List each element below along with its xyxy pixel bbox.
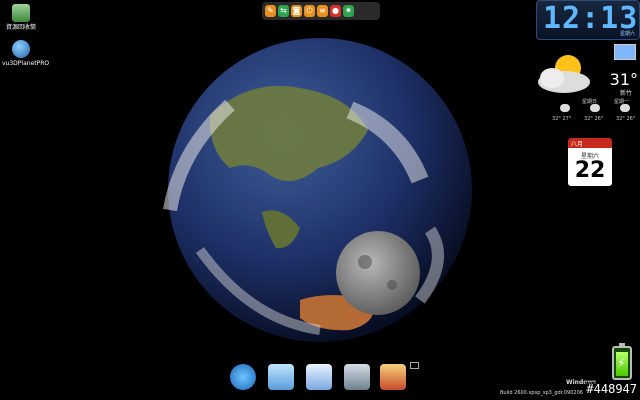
moon — [336, 231, 420, 315]
battery-gadget[interactable]: ⚡ — [612, 343, 632, 380]
build-string: Build 2600.xpsp_sp3_gdr.090206 — [500, 390, 583, 396]
forecast-temp: 32° 26° — [616, 116, 636, 122]
paint-icon[interactable] — [380, 364, 406, 390]
rain-cloud-icon — [590, 104, 600, 112]
dock-options-icon[interactable] — [410, 362, 419, 369]
weather-city: 新竹 — [619, 90, 632, 97]
calculator-icon[interactable] — [344, 364, 370, 390]
notepad-icon[interactable] — [306, 364, 332, 390]
battery-cap — [619, 343, 625, 346]
rain-cloud-icon — [620, 104, 630, 112]
forecast-temp: 32° 27° — [552, 116, 572, 122]
dock — [222, 360, 412, 398]
calendar-gadget[interactable]: 八月 星期六 22 — [568, 138, 612, 188]
clock-gadget[interactable]: 12:13 星期六 — [536, 0, 640, 40]
monitor-icon — [614, 44, 636, 60]
partly-cloudy-icon — [538, 55, 590, 93]
moon-crater — [358, 255, 372, 269]
image-number: #448947 — [585, 382, 638, 396]
internet-explorer-icon[interactable] — [230, 364, 256, 390]
rain-cloud-icon — [560, 104, 570, 112]
weather-gadget[interactable]: 31° 新竹 星期日 星期一 32° 27° 32° 26° 32° 26° — [532, 44, 640, 128]
clock-weekday: 星期六 — [619, 31, 635, 37]
my-computer-icon[interactable] — [268, 364, 294, 390]
moon-crater — [387, 280, 397, 290]
calendar-day: 22 — [574, 158, 606, 183]
weather-temp: 31° — [609, 70, 638, 89]
forecast-temp: 32° 26° — [584, 116, 604, 122]
calendar-month: 八月 — [571, 141, 584, 148]
charging-bolt-icon: ⚡ — [617, 356, 626, 370]
calendar-page: 星期六 22 — [568, 148, 612, 186]
